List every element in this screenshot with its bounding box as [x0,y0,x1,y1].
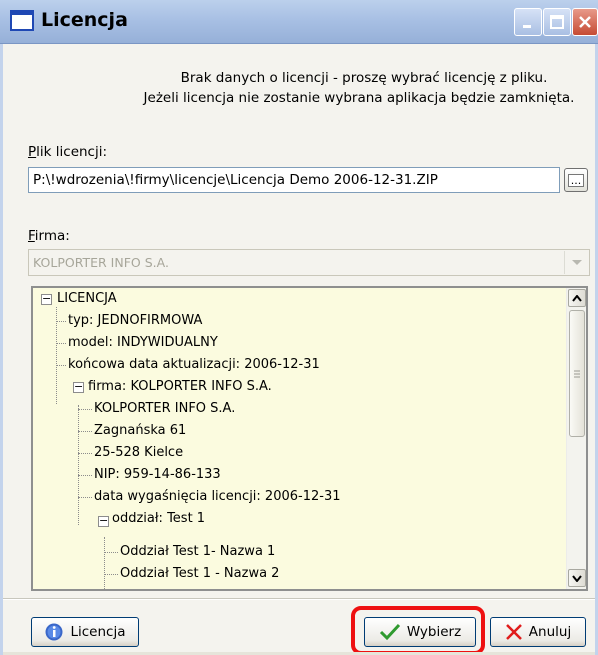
chevron-down-icon [571,259,582,265]
info-line-2: Jeżeli licencja nie zostanie wybrana apl… [143,90,575,106]
wybierz-button-label: Wybierz [406,624,462,640]
chevron-up-icon [572,294,582,302]
tree-node[interactable]: typ: JEDNOFIRMOWA [68,310,202,332]
info-message: Brak danych o licencji - proszę wybrać l… [3,68,595,108]
firma-dropdown-button[interactable] [564,251,588,274]
plik-label-text: lik licencji: [36,144,108,160]
licencja-button-label: Licencja [70,624,126,640]
cancel-x-icon [505,624,522,640]
title-bar[interactable]: Licencja [0,0,598,44]
tree-node[interactable]: 25-528 Kielce [94,442,183,464]
firma-select-value: KOLPORTER INFO S.A. [33,255,169,270]
info-icon [45,623,63,641]
collapse-icon[interactable]: − [41,293,52,305]
firma-label-text: irma: [34,228,70,244]
plik-label-accesskey: P [28,144,37,160]
plik-label: Plik licencji: [28,144,107,160]
scroll-thumb[interactable] [569,310,585,437]
licencja-button[interactable]: Licencja [31,617,139,647]
anuluj-button[interactable]: Anuluj [490,617,586,647]
chevron-down-icon [572,574,582,582]
maximize-icon [550,15,564,29]
tree-node[interactable]: model: INDYWIDUALNY [68,332,218,354]
scroll-up-button[interactable] [568,289,586,307]
tree-scrollbar[interactable] [566,288,586,589]
scroll-down-button[interactable] [568,569,586,587]
grip-icon [574,370,580,378]
collapse-icon[interactable]: − [73,381,84,393]
close-button[interactable] [572,8,598,36]
tree-node[interactable]: oddział: Test 1 [112,508,205,530]
window-title: Licencja [41,9,128,31]
firma-select[interactable]: KOLPORTER INFO S.A. [28,249,590,276]
tree-node[interactable]: firma: KOLPORTER INFO S.A. [88,376,272,398]
footer-separator [3,598,595,600]
firma-label-accesskey: F [28,228,35,244]
tree-node[interactable]: data wygaśnięcia licencji: 2006-12-31 [94,486,340,508]
tree-node[interactable]: Oddział Test 1- Nazwa 1 [120,541,275,563]
browse-button[interactable]: ... [564,168,588,192]
tree-node[interactable]: KOLPORTER INFO S.A. [94,398,235,420]
anuluj-button-label: Anuluj [528,624,572,640]
wybierz-button[interactable]: Wybierz [364,617,476,647]
close-icon [579,16,591,28]
info-line-1: Brak danych o licencji - proszę wybrać l… [180,70,548,86]
tree-node[interactable]: końcowa data aktualizacji: 2006-12-31 [68,354,320,376]
tree-node[interactable]: Oddział Test 1 - Nazwa 2 [120,563,279,585]
collapse-icon[interactable]: − [98,515,109,527]
tree-node[interactable]: NIP: 959-14-86-133 [94,464,221,486]
minimize-button[interactable] [514,8,542,36]
check-icon [379,623,400,641]
browse-icon: ... [567,173,585,187]
firma-label: Firma: [28,228,70,244]
minimize-icon [523,25,531,28]
window-icon [10,10,34,31]
dialog-body: Brak danych o licencji - proszę wybrać l… [3,44,595,655]
maximize-button[interactable] [543,8,571,36]
license-file-input[interactable]: P:\!wdrozenia\!firmy\licencje\Licencja D… [28,167,560,193]
license-tree[interactable]: − LICENCJA typ: JEDNOFIRMOWA model: INDY… [31,286,588,591]
tree-node-root[interactable]: LICENCJA [57,288,117,310]
tree-node[interactable]: Zagnańska 61 [94,420,186,442]
